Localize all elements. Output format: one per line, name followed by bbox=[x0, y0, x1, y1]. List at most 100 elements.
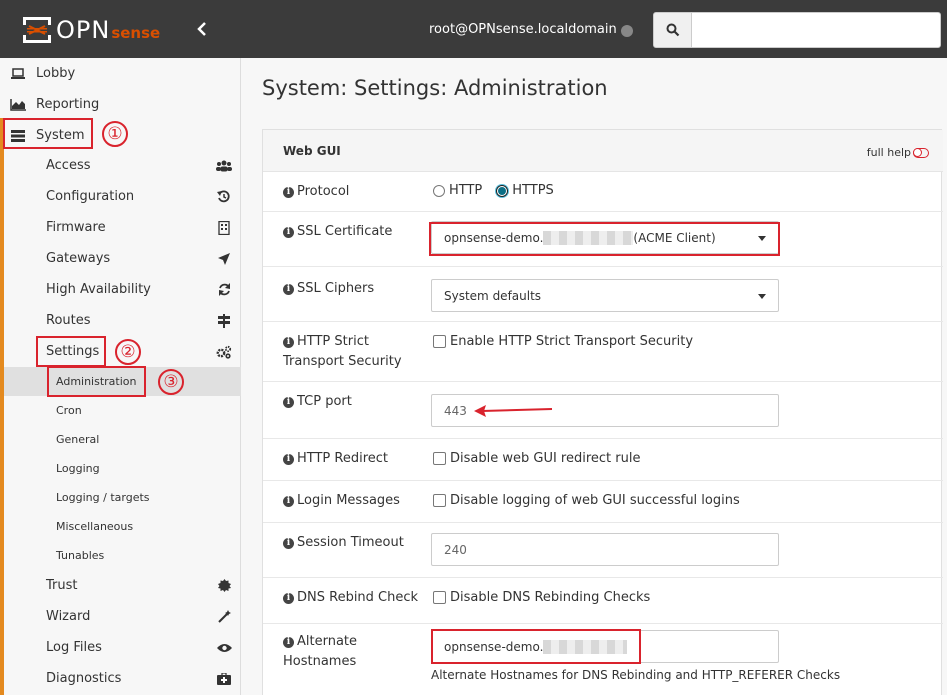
sidebar-item-label: Logging bbox=[56, 462, 100, 475]
ssl-ciphers-select[interactable]: System defaults bbox=[431, 279, 779, 312]
section-title: Web GUI bbox=[283, 144, 341, 158]
info-icon[interactable]: i bbox=[283, 454, 294, 465]
main-content: System: Settings: Administration Web GUI… bbox=[242, 58, 947, 695]
chevron-left-icon bbox=[197, 22, 206, 36]
info-icon[interactable]: i bbox=[283, 227, 294, 238]
sidebar-item-label: Routes bbox=[46, 313, 91, 328]
info-icon[interactable]: i bbox=[283, 637, 294, 648]
search-input[interactable] bbox=[691, 12, 941, 48]
sidebar-item-lobby[interactable]: Lobby bbox=[0, 58, 240, 89]
row-session-timeout: i Session Timeout 240 bbox=[263, 523, 943, 578]
row-login-messages: i Login Messages Disable logging of web G… bbox=[263, 481, 943, 523]
session-timeout-input[interactable]: 240 bbox=[431, 533, 779, 566]
sidebar-item-miscellaneous[interactable]: Miscellaneous bbox=[4, 512, 241, 541]
opnsense-logo[interactable]: OPN sense bbox=[22, 14, 160, 46]
login-messages-checkbox[interactable]: Disable logging of web GUI successful lo… bbox=[433, 493, 740, 508]
sidebar-item-reporting[interactable]: Reporting bbox=[0, 89, 240, 120]
alternate-hostnames-help: Alternate Hostnames for DNS Rebinding an… bbox=[431, 668, 841, 682]
ssl-ciphers-label: i SSL Ciphers bbox=[283, 279, 374, 299]
sidebar-item-diagnostics[interactable]: Diagnostics bbox=[4, 663, 241, 694]
laptop-icon bbox=[10, 67, 26, 81]
users-icon bbox=[216, 158, 232, 174]
sidebar-item-routes[interactable]: Routes bbox=[4, 305, 241, 336]
row-hsts: i HTTP Strict Transport Security Enable HT… bbox=[263, 322, 943, 382]
top-navbar: OPN sense root@OPNsense.localdomain bbox=[0, 0, 947, 58]
annotation-box-alternate-hostnames bbox=[431, 629, 641, 664]
full-help-toggle[interactable]: full help bbox=[867, 146, 929, 159]
info-icon[interactable]: i bbox=[283, 187, 294, 198]
page-title: System: Settings: Administration bbox=[262, 76, 608, 100]
sidebar-item-logging-targets[interactable]: Logging / targets bbox=[4, 483, 241, 512]
sidebar-item-label: Logging / targets bbox=[56, 491, 150, 504]
sidebar-item-tunables[interactable]: Tunables bbox=[4, 541, 241, 570]
sidebar-item-general[interactable]: General bbox=[4, 425, 241, 454]
sidebar-collapse-button[interactable] bbox=[193, 18, 213, 40]
sidebar-item-label: Log Files bbox=[46, 640, 102, 655]
tcp-port-label: i TCP port bbox=[283, 392, 352, 412]
logo-opn-text: OPN bbox=[56, 16, 111, 44]
info-icon[interactable]: i bbox=[283, 284, 294, 295]
search-button[interactable] bbox=[653, 12, 692, 48]
ssl-certificate-label: i SSL Certificate bbox=[283, 222, 392, 242]
annotation-box-ssl-certificate bbox=[429, 222, 780, 256]
radio-circle-icon bbox=[433, 184, 445, 197]
sidebar-item-label: Reporting bbox=[36, 97, 100, 112]
sidebar-item-high-availability[interactable]: High Availability bbox=[4, 274, 241, 305]
map-signs-icon bbox=[216, 313, 232, 329]
sidebar-item-label: Diagnostics bbox=[46, 671, 122, 686]
full-help-label: full help bbox=[866, 146, 911, 159]
sidebar-item-label: Trust bbox=[46, 578, 78, 593]
sidebar-item-access[interactable]: Access bbox=[4, 150, 241, 181]
info-icon[interactable]: i bbox=[283, 538, 294, 549]
annotation-box-settings bbox=[36, 336, 106, 367]
opnsense-logo-mark-icon bbox=[23, 17, 51, 43]
row-tcp-port: i TCP port 443 bbox=[263, 382, 943, 439]
sidebar-item-cron[interactable]: Cron bbox=[4, 396, 241, 425]
info-icon[interactable]: i bbox=[283, 496, 294, 507]
dns-rebind-label: i DNS Rebind Check bbox=[283, 588, 418, 608]
checkbox-icon bbox=[433, 452, 446, 465]
info-icon[interactable]: i bbox=[283, 397, 294, 408]
sidebar-item-label: High Availability bbox=[46, 282, 151, 297]
sidebar-item-label: Wizard bbox=[46, 609, 91, 624]
sidebar-item-gateways[interactable]: Gateways bbox=[4, 243, 241, 274]
sidebar-item-label: Lobby bbox=[36, 66, 76, 81]
history-icon bbox=[216, 189, 232, 205]
protocol-label: i Protocol bbox=[283, 182, 349, 202]
dns-rebind-checkbox[interactable]: Disable DNS Rebinding Checks bbox=[433, 590, 650, 605]
alternate-hostnames-label: i Alternate Hostnames bbox=[283, 634, 358, 669]
row-dns-rebind: i DNS Rebind Check Disable DNS Rebinding … bbox=[263, 578, 943, 624]
annotation-box-system bbox=[3, 118, 93, 149]
sidebar-item-trust[interactable]: Trust bbox=[4, 570, 241, 601]
sidebar-item-firmware[interactable]: Firmware bbox=[4, 212, 241, 243]
user-account-label[interactable]: root@OPNsense.localdomain bbox=[429, 22, 617, 37]
row-protocol: i Protocol HTTP HTTPS bbox=[263, 172, 943, 212]
http-redirect-checkbox[interactable]: Disable web GUI redirect rule bbox=[433, 451, 640, 466]
cogs-icon bbox=[216, 344, 232, 360]
info-icon[interactable]: i bbox=[283, 593, 294, 604]
checkbox-icon bbox=[433, 591, 446, 604]
sidebar-item-label: General bbox=[56, 433, 100, 446]
info-icon[interactable]: i bbox=[283, 337, 294, 348]
sidebar-item-log-files[interactable]: Log Files bbox=[4, 632, 241, 663]
login-messages-label: i Login Messages bbox=[283, 491, 400, 511]
sidebar-item-wizard[interactable]: Wizard bbox=[4, 601, 241, 632]
magic-icon bbox=[216, 609, 232, 625]
sidebar-item-label: Access bbox=[46, 158, 91, 173]
sidebar-item-label: Miscellaneous bbox=[56, 520, 134, 533]
hsts-checkbox[interactable]: Enable HTTP Strict Transport Security bbox=[433, 334, 693, 349]
annotation-marker-1: ① bbox=[102, 121, 128, 147]
logo-sense-text: sense bbox=[111, 24, 161, 42]
annotation-marker-2: ② bbox=[115, 339, 141, 365]
sidebar-item-label: Firmware bbox=[46, 220, 106, 235]
sidebar-item-logging[interactable]: Logging bbox=[4, 454, 241, 483]
protocol-radio-group: HTTP HTTPS bbox=[433, 183, 568, 198]
medkit-icon bbox=[216, 671, 232, 687]
status-indicator bbox=[621, 25, 633, 37]
sidebar-item-configuration[interactable]: Configuration bbox=[4, 181, 241, 212]
protocol-https-radio[interactable]: HTTPS bbox=[496, 183, 554, 198]
toggle-off-icon bbox=[913, 147, 929, 158]
hsts-label: i HTTP Strict Transport Security bbox=[283, 334, 402, 369]
protocol-http-radio[interactable]: HTTP bbox=[433, 183, 482, 198]
red-arrow-icon bbox=[474, 405, 553, 417]
